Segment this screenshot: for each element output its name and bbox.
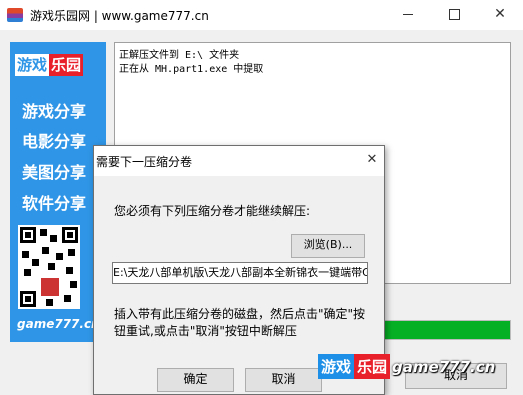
maximize-button[interactable] [431,0,477,30]
banner-line-games: 游戏分享 [22,102,87,121]
title-bar: 游戏乐园网 | www.game777.cn ✕ [0,0,523,30]
qr-code-image [18,225,80,309]
volume-path-input[interactable]: E:\天龙八部单机版\天龙八部副本全新锦衣一键端带GM工具）\MH.part2.… [112,262,368,284]
banner-line-movies: 电影分享 [22,132,87,151]
banner-url: game777.cn [17,317,100,331]
ad-banner[interactable]: 游戏 乐园 游戏分享 电影分享 美图分享 软件分享 game777.cn [10,42,106,342]
banner-line-software: 软件分享 [22,194,87,213]
winrar-icon [7,8,23,22]
watermark-url: game777.cn [392,358,496,376]
minimize-icon [403,13,413,15]
dialog-hint: 插入带有此压缩分卷的磁盘，然后点击"确定"按钮重试,或点击"取消"按钮中断解压 [114,307,366,338]
browse-button[interactable]: 浏览(B)... [291,234,365,258]
log-line: 正在从 MH.part1.exe 中提取 [119,64,264,75]
qr-avatar [40,277,60,297]
dialog-message: 您必须有下列压缩分卷才能继续解压: [114,204,311,218]
banner-logo: 游戏 乐园 [15,54,101,78]
dialog-cancel-button[interactable]: 取消 [245,368,322,392]
minimize-button[interactable] [385,0,431,30]
site-watermark: 游戏 乐园 game777.cn [318,354,495,379]
watermark-text-1: 游戏 [318,354,355,379]
volume-path-value: E:\天龙八部单机版\天龙八部副本全新锦衣一键端带GM工具）\MH.part2.… [113,266,368,279]
dialog-close-button[interactable]: ✕ [362,150,382,170]
close-icon: ✕ [366,152,378,167]
dialog-title-bar: 需要下一压缩分卷 ✕ [94,146,384,176]
dialog-title: 需要下一压缩分卷 [96,155,193,169]
log-line: 正解压文件到 E:\ 文件夹 [119,50,240,61]
progress-fill [363,321,510,339]
close-button[interactable]: ✕ [477,0,523,30]
logo-text-1: 游戏 [15,54,50,76]
close-icon: ✕ [494,6,506,22]
logo-text-2: 乐园 [49,54,84,76]
watermark-text-2: 乐园 [354,354,391,379]
ok-button[interactable]: 确定 [157,368,234,392]
maximize-icon [448,8,460,20]
banner-line-images: 美图分享 [22,163,87,182]
window-title: 游戏乐园网 | www.game777.cn [30,9,209,23]
